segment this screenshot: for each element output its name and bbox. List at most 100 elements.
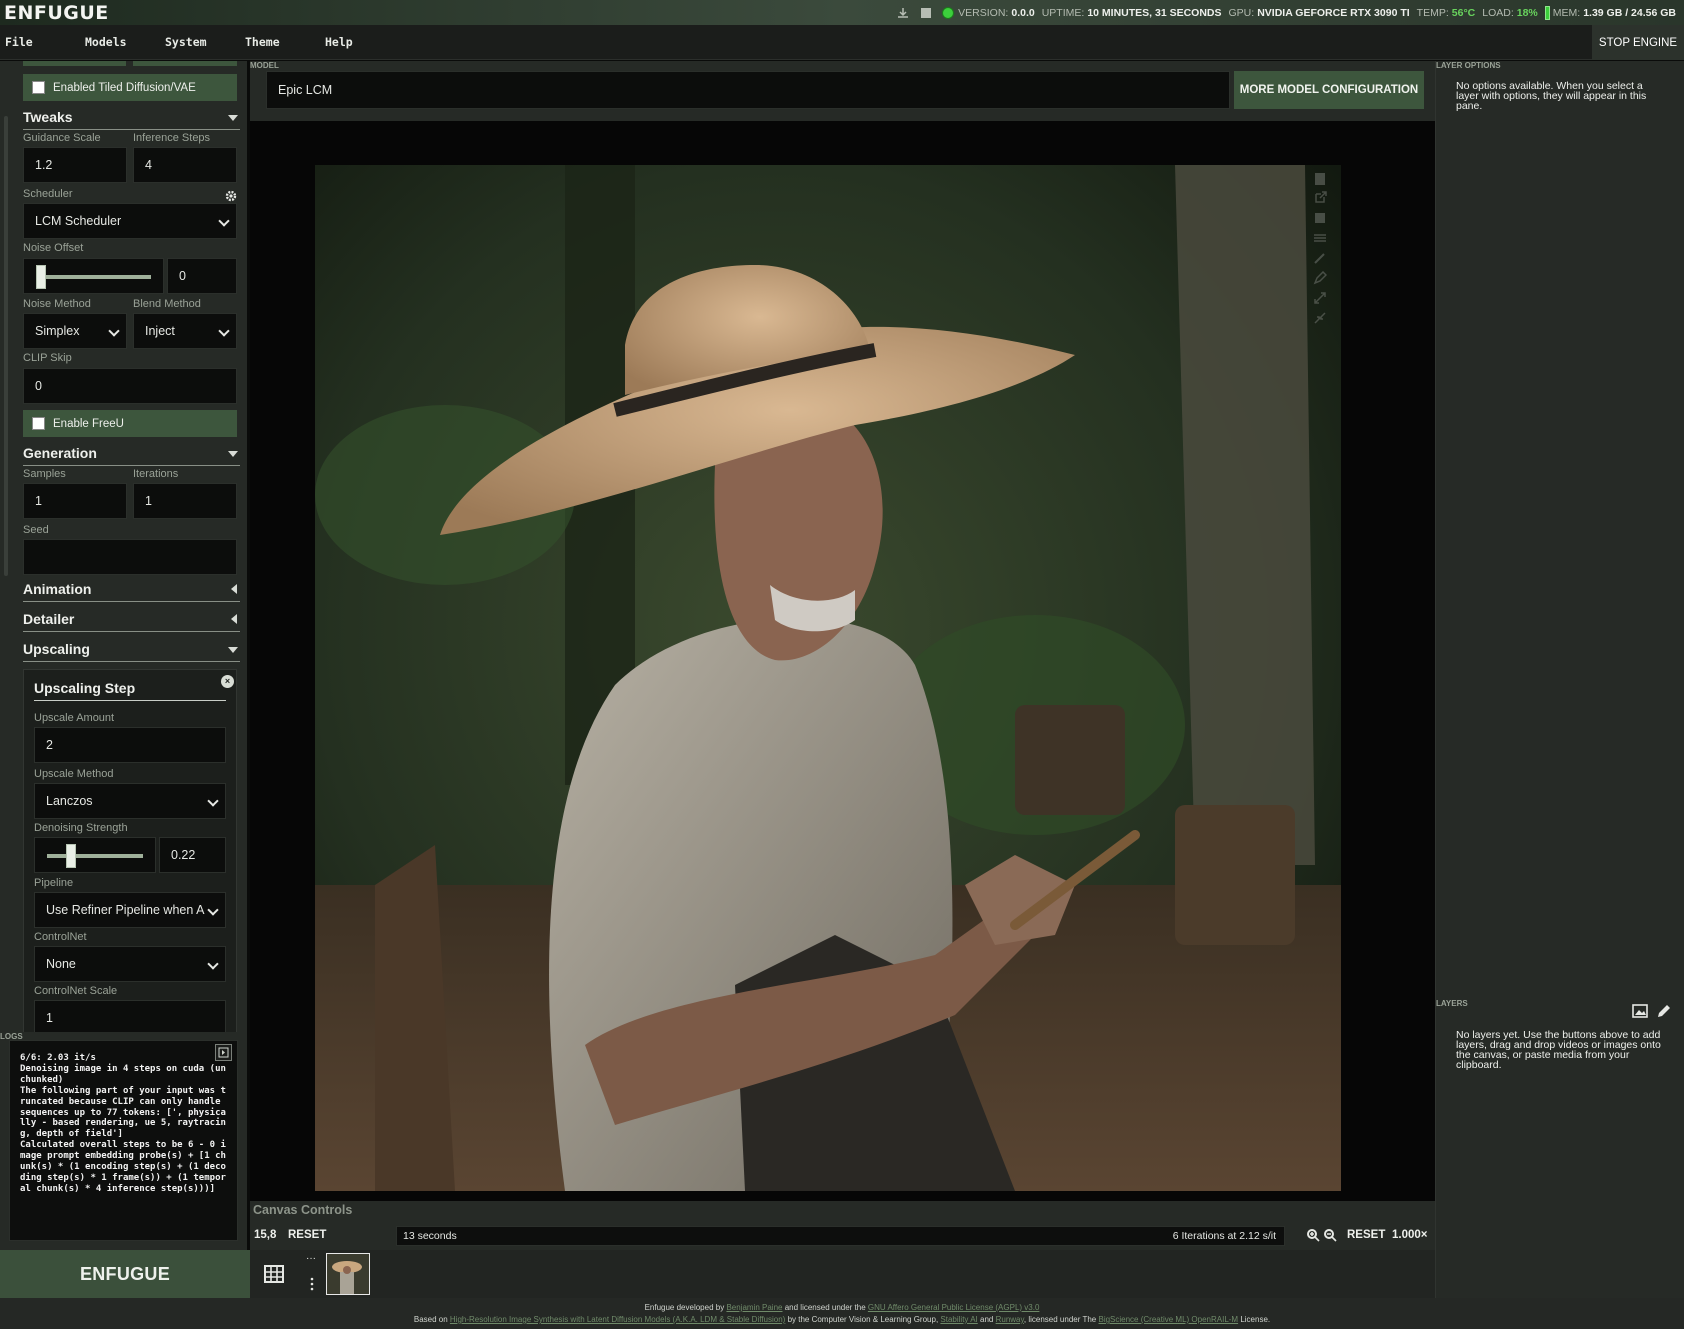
freeu-checkbox[interactable]: Enable FreeU <box>23 410 237 437</box>
download-icon[interactable] <box>896 6 910 20</box>
canvas-tools <box>1313 171 1329 325</box>
checkbox-label: Enabled Tiled Diffusion/VAE <box>53 81 196 94</box>
remove-step-close-icon[interactable]: × <box>221 675 234 688</box>
menu-file[interactable]: File <box>0 25 80 60</box>
open-external-icon[interactable] <box>1313 191 1327 205</box>
model-input[interactable]: Epic LCM <box>266 71 1230 109</box>
noise-offset-input[interactable]: 0 <box>167 258 237 294</box>
license-link[interactable]: GNU Affero General Public License (AGPL)… <box>868 1303 1040 1312</box>
upscale-amount-input[interactable]: 2 <box>34 727 226 763</box>
layers-text: No layers yet. Use the buttons above to … <box>1456 1029 1661 1071</box>
more-horizontal-icon[interactable]: ··· <box>306 1254 318 1266</box>
clip-skip-input[interactable]: 0 <box>23 368 237 404</box>
zoom-out-icon[interactable] <box>1323 1228 1337 1242</box>
logs-box[interactable]: 6/6: 2.03 it/s Denoising image in 4 step… <box>9 1040 238 1241</box>
seed-input[interactable] <box>23 539 237 575</box>
footer-text: Based on <box>413 1315 448 1324</box>
upscaling-step-card: Upscaling Step × Upscale Amount 2 Upscal… <box>23 669 237 1032</box>
expand-logs-icon[interactable] <box>215 1044 232 1061</box>
iteration-rate: 6 Iterations at 2.12 s/it <box>1172 1230 1276 1242</box>
clip-skip-label: CLIP Skip <box>23 352 72 364</box>
cut-off-button[interactable] <box>133 61 237 66</box>
controlnet-select[interactable]: None <box>34 946 226 982</box>
pipeline-select[interactable]: Use Refiner Pipeline when A <box>34 892 226 928</box>
menu-help[interactable]: Help <box>320 25 400 60</box>
noise-offset-slider[interactable] <box>23 258 164 294</box>
section-animation[interactable]: Animation <box>23 578 240 602</box>
noise-method-select[interactable]: Simplex <box>23 313 127 349</box>
checkbox-box[interactable] <box>32 417 45 430</box>
zoom-in-icon[interactable] <box>1306 1228 1320 1242</box>
generated-image[interactable] <box>315 165 1341 1191</box>
denoising-strength-input[interactable]: 0.22 <box>159 837 226 873</box>
footer-text: by the Computer Vision & Learning Group, <box>787 1315 939 1324</box>
slider-track <box>36 275 151 279</box>
grid-view-icon[interactable] <box>264 1264 284 1284</box>
status-bar: VERSION: 0.0.0 UPTIME: 10 MINUTES, 31 SE… <box>896 5 1684 20</box>
reset-zoom-button[interactable]: RESET <box>1347 1229 1385 1241</box>
right-panel: LAYER OPTIONS No options available. When… <box>1435 61 1684 1298</box>
engine-status-indicator <box>942 6 955 19</box>
upscale-method-label: Upscale Method <box>34 768 114 780</box>
add-draw-layer-pencil-icon[interactable] <box>1656 1003 1672 1019</box>
slider-thumb[interactable] <box>65 844 76 868</box>
gpu-value: NVIDIA GEFORCE RTX 3090 TI <box>1257 6 1410 19</box>
scheduler-select[interactable]: LCM Scheduler <box>23 203 237 239</box>
controlnet-scale-input[interactable]: 1 <box>34 1000 226 1032</box>
image-thumbnail[interactable] <box>326 1253 370 1295</box>
section-upscaling[interactable]: Upscaling <box>23 638 240 662</box>
footer-line-2: Based on High-Resolution Image Synthesis… <box>0 1314 1684 1326</box>
blend-method-select[interactable]: Inject <box>133 313 237 349</box>
shrink-icon[interactable] <box>1313 311 1327 325</box>
guidance-scale-input[interactable]: 1.2 <box>23 147 127 183</box>
uptime-label: UPTIME: <box>1041 6 1085 19</box>
section-detailer[interactable]: Detailer <box>23 608 240 632</box>
section-generation[interactable]: Generation <box>23 442 240 466</box>
scheduler-settings-gear-icon[interactable] <box>225 189 237 202</box>
slider-thumb[interactable] <box>36 265 46 289</box>
more-vertical-icon[interactable] <box>309 1276 315 1292</box>
author-link[interactable]: Benjamin Paine <box>726 1303 782 1312</box>
tiled-diffusion-checkbox[interactable]: Enabled Tiled Diffusion/VAE <box>23 74 237 101</box>
expand-icon[interactable] <box>1313 291 1327 305</box>
footer: Enfugue developed by Benjamin Paine and … <box>0 1298 1684 1329</box>
expand-caret-icon <box>231 614 237 624</box>
denoising-strength-slider[interactable] <box>34 837 156 873</box>
openrail-link[interactable]: BigScience (Creative ML) OpenRAIL-M <box>1098 1315 1238 1324</box>
save-icon[interactable] <box>1313 211 1327 225</box>
menu-models[interactable]: Models <box>80 25 160 60</box>
inference-steps-label: Inference Steps <box>133 132 211 144</box>
upscale-method-select[interactable]: Lanczos <box>34 783 226 819</box>
menu-system[interactable]: System <box>160 25 240 60</box>
cut-off-button[interactable] <box>23 61 126 66</box>
pipeline-label: Pipeline <box>34 877 74 889</box>
iterations-input[interactable]: 1 <box>133 483 237 519</box>
runway-link[interactable]: Runway <box>996 1315 1024 1324</box>
paper-link[interactable]: High-Resolution Image Synthesis with Lat… <box>450 1315 785 1324</box>
canvas-coordinates: 15,8 <box>254 1229 277 1241</box>
header: ENFUGUE VERSION: 0.0.0 UPTIME: 10 MINUTE… <box>0 0 1684 25</box>
samples-input[interactable]: 1 <box>23 483 127 519</box>
checkbox-box[interactable] <box>32 81 45 94</box>
menu-theme[interactable]: Theme <box>240 25 320 60</box>
more-model-config-button[interactable]: MORE MODEL CONFIGURATION <box>1234 71 1424 109</box>
stability-link[interactable]: Stability AI <box>940 1315 977 1324</box>
clipboard-icon[interactable] <box>1313 171 1327 185</box>
canvas[interactable] <box>250 121 1435 1201</box>
sidebar-scrollbar[interactable] <box>4 116 8 576</box>
stop-engine-button[interactable]: STOP ENGINE <box>1592 25 1684 60</box>
reset-position-button[interactable]: RESET <box>288 1229 326 1241</box>
add-image-layer-icon[interactable] <box>1632 1004 1648 1018</box>
collapse-caret-icon <box>228 647 238 653</box>
bottom-logo[interactable]: ENFUGUE <box>0 1250 250 1298</box>
inference-steps-input[interactable]: 4 <box>133 147 237 183</box>
magic-wand-icon[interactable] <box>1313 251 1327 265</box>
stop-square-icon[interactable] <box>919 6 933 20</box>
adjust-sliders-icon[interactable] <box>1313 231 1327 245</box>
scheduler-label: Scheduler <box>23 188 73 200</box>
bottom-bar: ENFUGUE ··· <box>0 1250 1435 1298</box>
section-tweaks[interactable]: Tweaks <box>23 106 240 130</box>
canvas-controls-title: Canvas Controls <box>253 1203 353 1217</box>
version-value: 0.0.0 <box>1011 6 1035 19</box>
edit-icon[interactable] <box>1313 271 1327 285</box>
